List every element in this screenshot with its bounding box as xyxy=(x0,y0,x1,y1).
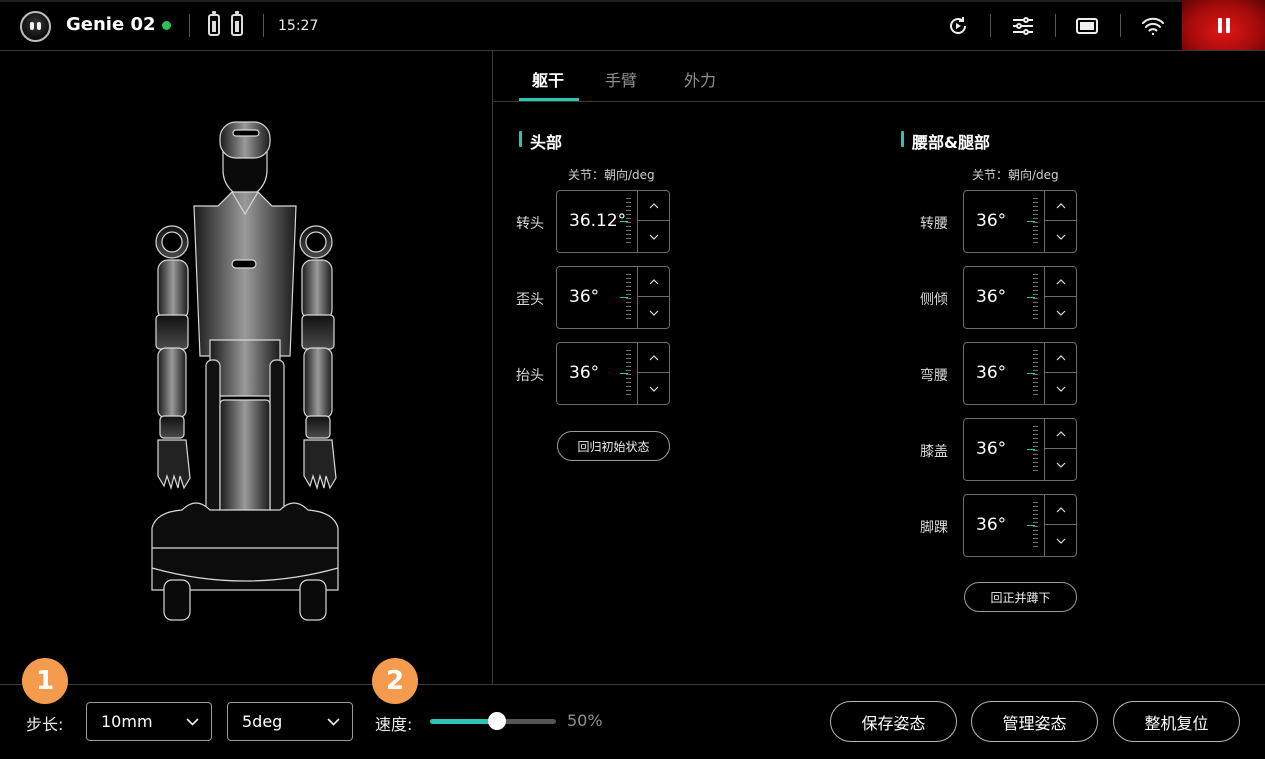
joint-value[interactable]: 36° xyxy=(976,515,1006,535)
joint-label-knee: 膝盖 xyxy=(920,444,948,460)
speed-slider-thumb[interactable] xyxy=(488,712,506,730)
step-mm-value: 10mm xyxy=(101,712,153,731)
head-reset-button[interactable]: 回归初始状态 xyxy=(557,431,670,461)
increment-button[interactable] xyxy=(1045,267,1077,297)
battery-icon xyxy=(208,11,220,36)
ruler-scale xyxy=(1028,426,1038,474)
ruler-scale xyxy=(1028,502,1038,550)
robot-model-illustration xyxy=(151,121,339,621)
joint-value[interactable]: 36° xyxy=(976,287,1006,307)
decrement-button[interactable] xyxy=(1045,298,1077,328)
increment-button[interactable] xyxy=(638,267,670,297)
replay-icon[interactable] xyxy=(942,10,974,42)
joint-value[interactable]: 36° xyxy=(976,439,1006,459)
ruler-scale xyxy=(1028,350,1038,398)
increment-button[interactable] xyxy=(1045,191,1077,221)
step-deg-select[interactable]: 5deg xyxy=(227,702,353,741)
divider xyxy=(1120,14,1121,37)
squat-reset-button[interactable]: 回正并蹲下 xyxy=(964,582,1077,612)
divider xyxy=(263,14,264,37)
save-pose-button[interactable]: 保存姿态 xyxy=(830,701,957,742)
full-reset-button[interactable]: 整机复位 xyxy=(1113,701,1240,742)
manage-pose-button[interactable]: 管理姿态 xyxy=(971,701,1098,742)
head-section-title: 头部 xyxy=(519,129,562,153)
chevron-down-icon xyxy=(327,718,340,726)
ruler-scale xyxy=(1028,274,1038,322)
wifi-icon[interactable] xyxy=(1137,10,1169,42)
ruler-scale xyxy=(621,274,631,322)
joint-value[interactable]: 36° xyxy=(976,363,1006,383)
robot-name: Genie 02 xyxy=(66,14,156,35)
emergency-pause-button[interactable] xyxy=(1182,0,1265,50)
joint-stepper-head-lift: 36° xyxy=(556,342,670,405)
joint-tabs: 躯干 手臂 外力 xyxy=(494,51,1265,102)
tab-arms[interactable]: 手臂 xyxy=(605,67,637,91)
panel-divider xyxy=(492,51,493,684)
step-deg-value: 5deg xyxy=(242,712,283,731)
sliders-icon[interactable] xyxy=(1007,10,1039,42)
joint-label-waist-bend: 弯腰 xyxy=(920,368,948,384)
joint-stepper-waist-bend: 36° xyxy=(963,342,1077,405)
increment-button[interactable] xyxy=(1045,343,1077,373)
decrement-button[interactable] xyxy=(1045,450,1077,480)
joint-label-waist-lean: 侧倾 xyxy=(920,292,948,308)
decrement-button[interactable] xyxy=(638,222,670,252)
decrement-button[interactable] xyxy=(1045,526,1077,556)
increment-button[interactable] xyxy=(638,191,670,221)
screen-icon[interactable] xyxy=(1071,10,1103,42)
chevron-down-icon xyxy=(186,718,199,726)
divider xyxy=(189,14,190,37)
joint-label-head-tilt: 歪头 xyxy=(516,292,544,308)
joint-value[interactable]: 36° xyxy=(569,287,599,307)
speed-slider-fill xyxy=(430,719,493,724)
joint-stepper-ankle: 36° xyxy=(963,494,1077,557)
decrement-button[interactable] xyxy=(638,374,670,404)
speed-badge: 2 xyxy=(372,658,418,704)
connection-status-dot xyxy=(162,21,171,30)
increment-button[interactable] xyxy=(638,343,670,373)
joint-value[interactable]: 36.12° xyxy=(569,211,626,231)
robot-face-icon xyxy=(20,11,51,42)
battery-icon xyxy=(231,11,243,36)
joint-label-head-turn: 转头 xyxy=(516,216,544,232)
tab-external-force[interactable]: 外力 xyxy=(684,67,716,91)
speed-slider[interactable] xyxy=(430,712,556,730)
decrement-button[interactable] xyxy=(1045,374,1077,404)
joint-label-waist-turn: 转腰 xyxy=(920,216,948,232)
joint-stepper-head-tilt: 36° xyxy=(556,266,670,329)
waist-legs-section-title: 腰部&腿部 xyxy=(901,129,990,153)
divider xyxy=(1055,14,1056,37)
joint-value[interactable]: 36° xyxy=(569,363,599,383)
joint-label-ankle: 脚踝 xyxy=(920,520,948,536)
clock: 15:27 xyxy=(278,18,319,34)
decrement-button[interactable] xyxy=(638,298,670,328)
speed-value: 50% xyxy=(567,711,603,730)
joint-stepper-waist-turn: 36° xyxy=(963,190,1077,253)
step-label: 步长: xyxy=(26,715,64,734)
ruler-scale xyxy=(1028,198,1038,246)
decrement-button[interactable] xyxy=(1045,222,1077,252)
divider xyxy=(990,14,991,37)
step-badge: 1 xyxy=(22,658,68,704)
bottom-divider xyxy=(0,684,1265,685)
tab-torso[interactable]: 躯干 xyxy=(532,67,564,91)
top-bar: Genie 02 15:27 xyxy=(0,0,1265,51)
joint-stepper-waist-lean: 36° xyxy=(963,266,1077,329)
joint-stepper-knee: 36° xyxy=(963,418,1077,481)
waist-legs-column-header: 关节：朝向/deg xyxy=(972,168,1059,182)
active-tab-indicator xyxy=(519,98,579,101)
joint-label-head-lift: 抬头 xyxy=(516,368,544,384)
joint-stepper-head-turn: 36.12° xyxy=(556,190,670,253)
pause-icon xyxy=(1217,17,1222,33)
step-mm-select[interactable]: 10mm xyxy=(86,702,212,741)
speed-label: 速度: xyxy=(375,715,413,734)
ruler-scale xyxy=(621,198,631,246)
ruler-scale xyxy=(621,350,631,398)
head-column-header: 关节：朝向/deg xyxy=(568,168,655,182)
increment-button[interactable] xyxy=(1045,495,1077,525)
joint-value[interactable]: 36° xyxy=(976,211,1006,231)
increment-button[interactable] xyxy=(1045,419,1077,449)
